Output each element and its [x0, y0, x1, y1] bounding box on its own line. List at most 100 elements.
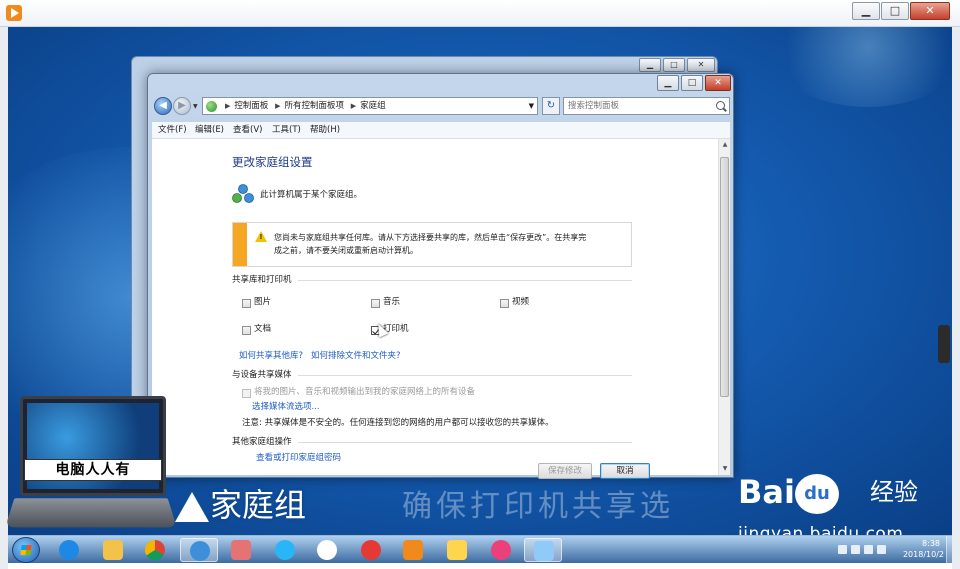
- folder-icon: [447, 540, 467, 560]
- save-changes-button[interactable]: 保存修改: [538, 463, 592, 479]
- menu-file[interactable]: 文件(F): [158, 125, 187, 136]
- close-icon: ✕: [714, 78, 722, 88]
- warning-panel: ! 您尚未与家庭组共享任何库。请从下方选择要共享的库，然后单击“保存更改”。在共…: [232, 222, 632, 267]
- documents-checkbox[interactable]: [242, 326, 251, 335]
- breadcrumb-homegroup[interactable]: 家庭组: [360, 101, 386, 111]
- vertical-scrollbar[interactable]: ▲ ▼: [718, 139, 730, 475]
- taskbar-face[interactable]: [482, 538, 520, 562]
- menu-edit[interactable]: 编辑(E): [195, 125, 224, 136]
- breadcrumb: ▶ 控制面板 ▶ 所有控制面板项 ▶ 家庭组: [221, 101, 386, 112]
- menu-view[interactable]: 查看(V): [233, 125, 262, 136]
- pictures-checkbox[interactable]: [242, 299, 251, 308]
- taskbar-folder[interactable]: [438, 538, 476, 562]
- pictures-label: 图片: [254, 297, 272, 307]
- media-stream-label: 将我的图片、音乐和视频输出到我的家庭网络上的所有设备: [254, 387, 476, 397]
- share-other-libraries-link[interactable]: 如何共享其他库?: [239, 351, 303, 362]
- chrome-icon: [145, 540, 165, 560]
- scroll-down-icon[interactable]: ▼: [719, 463, 730, 475]
- membership-text: 此计算机属于某个家庭组。: [260, 190, 363, 200]
- paint-icon: [231, 540, 251, 560]
- menu-tools[interactable]: 工具(T): [272, 125, 301, 136]
- search-icon[interactable]: [716, 101, 725, 110]
- cancel-button[interactable]: 取消: [600, 463, 650, 479]
- taskbar-edge[interactable]: [266, 538, 304, 562]
- videos-label: 视频: [512, 297, 530, 307]
- homegroup-icon: [232, 184, 254, 203]
- history-dropdown-icon[interactable]: ▼: [193, 103, 198, 110]
- navigation-bar: ◀ ▶ ▼ ▶ 控制面板 ▶ 所有控制面板项 ▶ 家庭组 ▼ ↻: [152, 96, 730, 118]
- arrow-right-icon: ▶: [178, 100, 186, 111]
- address-bar[interactable]: ▶ 控制面板 ▶ 所有控制面板项 ▶ 家庭组 ▼: [202, 97, 538, 115]
- maximize-icon: □: [687, 78, 697, 88]
- tray-flag-icon[interactable]: [838, 545, 847, 554]
- player-titlebar: ▁ □ ✕: [0, 0, 960, 27]
- scroll-thumb[interactable]: [720, 157, 729, 397]
- taskbar-player[interactable]: [394, 538, 432, 562]
- jiang-icon: [361, 540, 381, 560]
- back-button[interactable]: ◀: [154, 97, 172, 115]
- minimize-button[interactable]: ▁: [657, 75, 679, 91]
- maximize-button[interactable]: □: [681, 75, 703, 91]
- exclude-files-link[interactable]: 如何排除文件和文件夹?: [311, 351, 401, 362]
- close-button[interactable]: ✕: [705, 75, 731, 91]
- taskbar-chrome[interactable]: [136, 538, 174, 562]
- baidu-paw-icon: du: [794, 474, 839, 514]
- pinwheel-icon: [317, 540, 337, 560]
- tray-battery-icon[interactable]: [851, 545, 860, 554]
- baidu-watermark: Bai du 经验 jingyan.baidu.com: [738, 466, 950, 546]
- start-button[interactable]: [12, 537, 40, 563]
- ie-icon: [59, 540, 79, 560]
- refresh-button[interactable]: ↻: [542, 97, 560, 115]
- music-label: 音乐: [383, 297, 401, 307]
- taskbar-homegroup[interactable]: [180, 538, 218, 562]
- media-stream-options-link[interactable]: 选择媒体流选项...: [252, 402, 320, 413]
- baidu-brand-text: Bai: [738, 473, 795, 511]
- documents-label: 文档: [254, 324, 272, 334]
- back-close-button[interactable]: ✕: [687, 58, 715, 72]
- music-checkbox[interactable]: [371, 299, 380, 308]
- chevron-right-icon: ▶: [275, 102, 281, 110]
- control-panel-icon: [206, 101, 217, 112]
- taskbar-remote[interactable]: [524, 538, 562, 562]
- player-minimize-button[interactable]: ▁: [852, 2, 880, 20]
- menu-help[interactable]: 帮助(H): [310, 125, 340, 136]
- taskbar-ie[interactable]: [50, 538, 88, 562]
- tray-network-icon[interactable]: [864, 545, 873, 554]
- back-maximize-button[interactable]: □: [663, 58, 685, 72]
- player-close-button[interactable]: ✕: [910, 2, 950, 20]
- taskbar-pinwheel[interactable]: [308, 538, 346, 562]
- taskbar-explorer[interactable]: [94, 538, 132, 562]
- tray-volume-icon[interactable]: [877, 545, 886, 554]
- media-section-heading: 与设备共享媒体: [232, 370, 292, 380]
- search-input[interactable]: [564, 98, 712, 114]
- taskbar-paint[interactable]: [222, 538, 260, 562]
- show-desktop-button[interactable]: [946, 536, 952, 564]
- video-caption: 家庭组: [210, 486, 307, 524]
- scroll-up-icon[interactable]: ▲: [719, 139, 730, 151]
- player-border-right: [952, 27, 960, 569]
- player-maximize-button[interactable]: □: [881, 2, 909, 20]
- refresh-icon: ↻: [546, 100, 556, 111]
- close-icon: ✕: [925, 4, 935, 17]
- player-side-handle[interactable]: [938, 325, 950, 363]
- back-minimize-button[interactable]: ▁: [639, 58, 661, 72]
- face-icon: [491, 540, 511, 560]
- forward-button[interactable]: ▶: [173, 97, 191, 115]
- view-password-link[interactable]: 查看或打印家庭组密码: [256, 453, 341, 464]
- breadcrumb-all-items[interactable]: 所有控制面板项: [285, 101, 345, 111]
- clock-date[interactable]: 2018/10/2: [903, 550, 944, 560]
- videos-checkbox[interactable]: [500, 299, 509, 308]
- video-subtitle: 确保打印机共享选: [402, 489, 674, 524]
- explorer-icon: [103, 540, 123, 560]
- laptop-keyboard: [5, 498, 177, 528]
- media-stream-checkbox[interactable]: [242, 389, 251, 398]
- taskbar-jiang[interactable]: [352, 538, 390, 562]
- address-dropdown-icon[interactable]: ▼: [529, 102, 534, 110]
- edge-icon: [275, 540, 295, 560]
- arrow-left-icon: ◀: [159, 100, 167, 111]
- maximize-icon: □: [889, 4, 901, 17]
- clock-time[interactable]: 8:38: [922, 539, 940, 549]
- media-security-note: 注意: 共享媒体是不安全的。任何连接到您的网络的用户都可以接收您的共享媒体。: [242, 418, 554, 428]
- player-logo-icon: [6, 5, 22, 21]
- breadcrumb-control-panel[interactable]: 控制面板: [234, 101, 268, 111]
